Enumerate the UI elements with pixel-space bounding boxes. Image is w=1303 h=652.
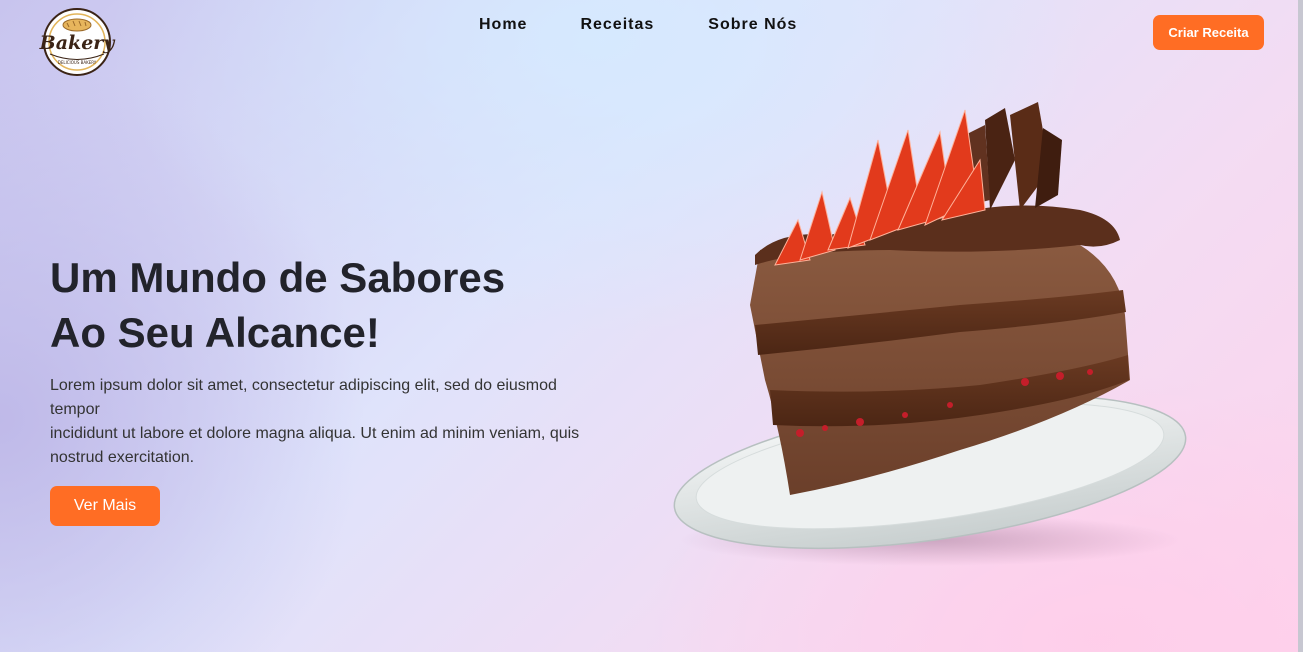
top-navigation: Bakery DELICIOUS BAKERY Home Receitas So… (0, 0, 1303, 90)
brand-tagline-text: DELICIOUS BAKERY (58, 60, 97, 65)
hero-description-line: nostrud exercitation. (50, 449, 195, 466)
hero-title: Um Mundo de Sabores Ao Seu Alcance! (50, 250, 610, 360)
hero-description-line: tempor (50, 401, 100, 418)
hero-description: Lorem ipsum dolor sit amet, consectetur … (50, 374, 595, 470)
hero-title-line: Um Mundo de Sabores (50, 254, 506, 301)
nav-home-link[interactable]: Home (479, 16, 527, 34)
cake-slice-image (673, 102, 1187, 566)
scrollbar-thumb[interactable] (1298, 0, 1303, 652)
hero-description-line: incididunt ut labore et dolore magna ali… (50, 425, 580, 442)
hero-description-line: Lorem ipsum dolor sit amet, consectetur … (50, 377, 557, 394)
page-scrollbar[interactable] (1298, 0, 1303, 652)
see-more-button[interactable]: Ver Mais (50, 486, 160, 526)
main-nav: Home Receitas Sobre Nós (479, 16, 797, 34)
brand-name-text: Bakery (39, 32, 116, 54)
hero-title-line: Ao Seu Alcance! (50, 309, 380, 356)
bakery-logo[interactable]: Bakery DELICIOUS BAKERY (38, 7, 116, 77)
create-recipe-button[interactable]: Criar Receita (1153, 15, 1264, 50)
nav-sobre-link[interactable]: Sobre Nós (708, 16, 797, 34)
nav-receitas-link[interactable]: Receitas (580, 16, 654, 34)
